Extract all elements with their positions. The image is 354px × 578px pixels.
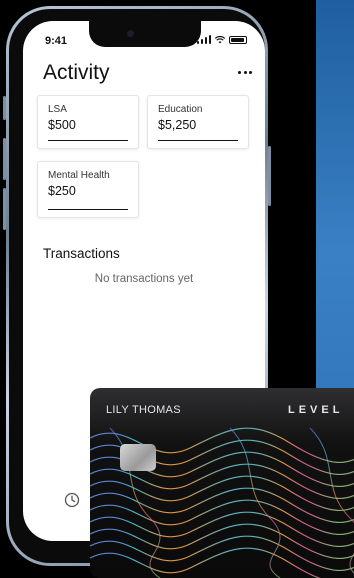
account-amount: $250: [48, 184, 76, 198]
account-card-mental-health[interactable]: Mental Health $250: [37, 161, 139, 218]
status-time: 9:41: [45, 35, 68, 47]
card-brand-logo: LEVEL: [288, 404, 344, 416]
account-card-education[interactable]: Education $5,250: [147, 95, 249, 149]
volume-up-button: [3, 138, 6, 180]
account-card-lsa[interactable]: LSA $500: [37, 95, 139, 149]
status-icons: [196, 35, 247, 44]
mute-switch: [3, 96, 6, 120]
account-label: Mental Health: [48, 170, 110, 181]
card-wave-pattern: [90, 427, 354, 578]
account-amount: $5,250: [158, 118, 197, 132]
payment-card: LILY THOMAS LEVEL: [90, 388, 354, 578]
battery-icon: [229, 35, 247, 44]
cardholder-name: LILY THOMAS: [106, 404, 181, 416]
account-progress-bar: [48, 208, 128, 210]
clock-icon[interactable]: [64, 492, 80, 508]
account-amount: $500: [48, 118, 76, 132]
more-icon[interactable]: [234, 66, 256, 78]
camera-icon: [127, 30, 134, 37]
chip-icon: [120, 444, 156, 471]
wifi-icon: [215, 35, 225, 44]
account-label: Education: [158, 104, 203, 115]
account-label: LSA: [48, 104, 67, 115]
account-progress-bar: [158, 139, 238, 141]
page-title: Activity: [43, 61, 110, 84]
power-button: [268, 146, 271, 206]
signal-icon: [196, 35, 211, 44]
notch: [89, 21, 201, 47]
volume-down-button: [3, 188, 6, 230]
transactions-empty-message: No transactions yet: [94, 273, 194, 285]
account-progress-bar: [48, 139, 128, 141]
transactions-title: Transactions: [43, 246, 120, 261]
